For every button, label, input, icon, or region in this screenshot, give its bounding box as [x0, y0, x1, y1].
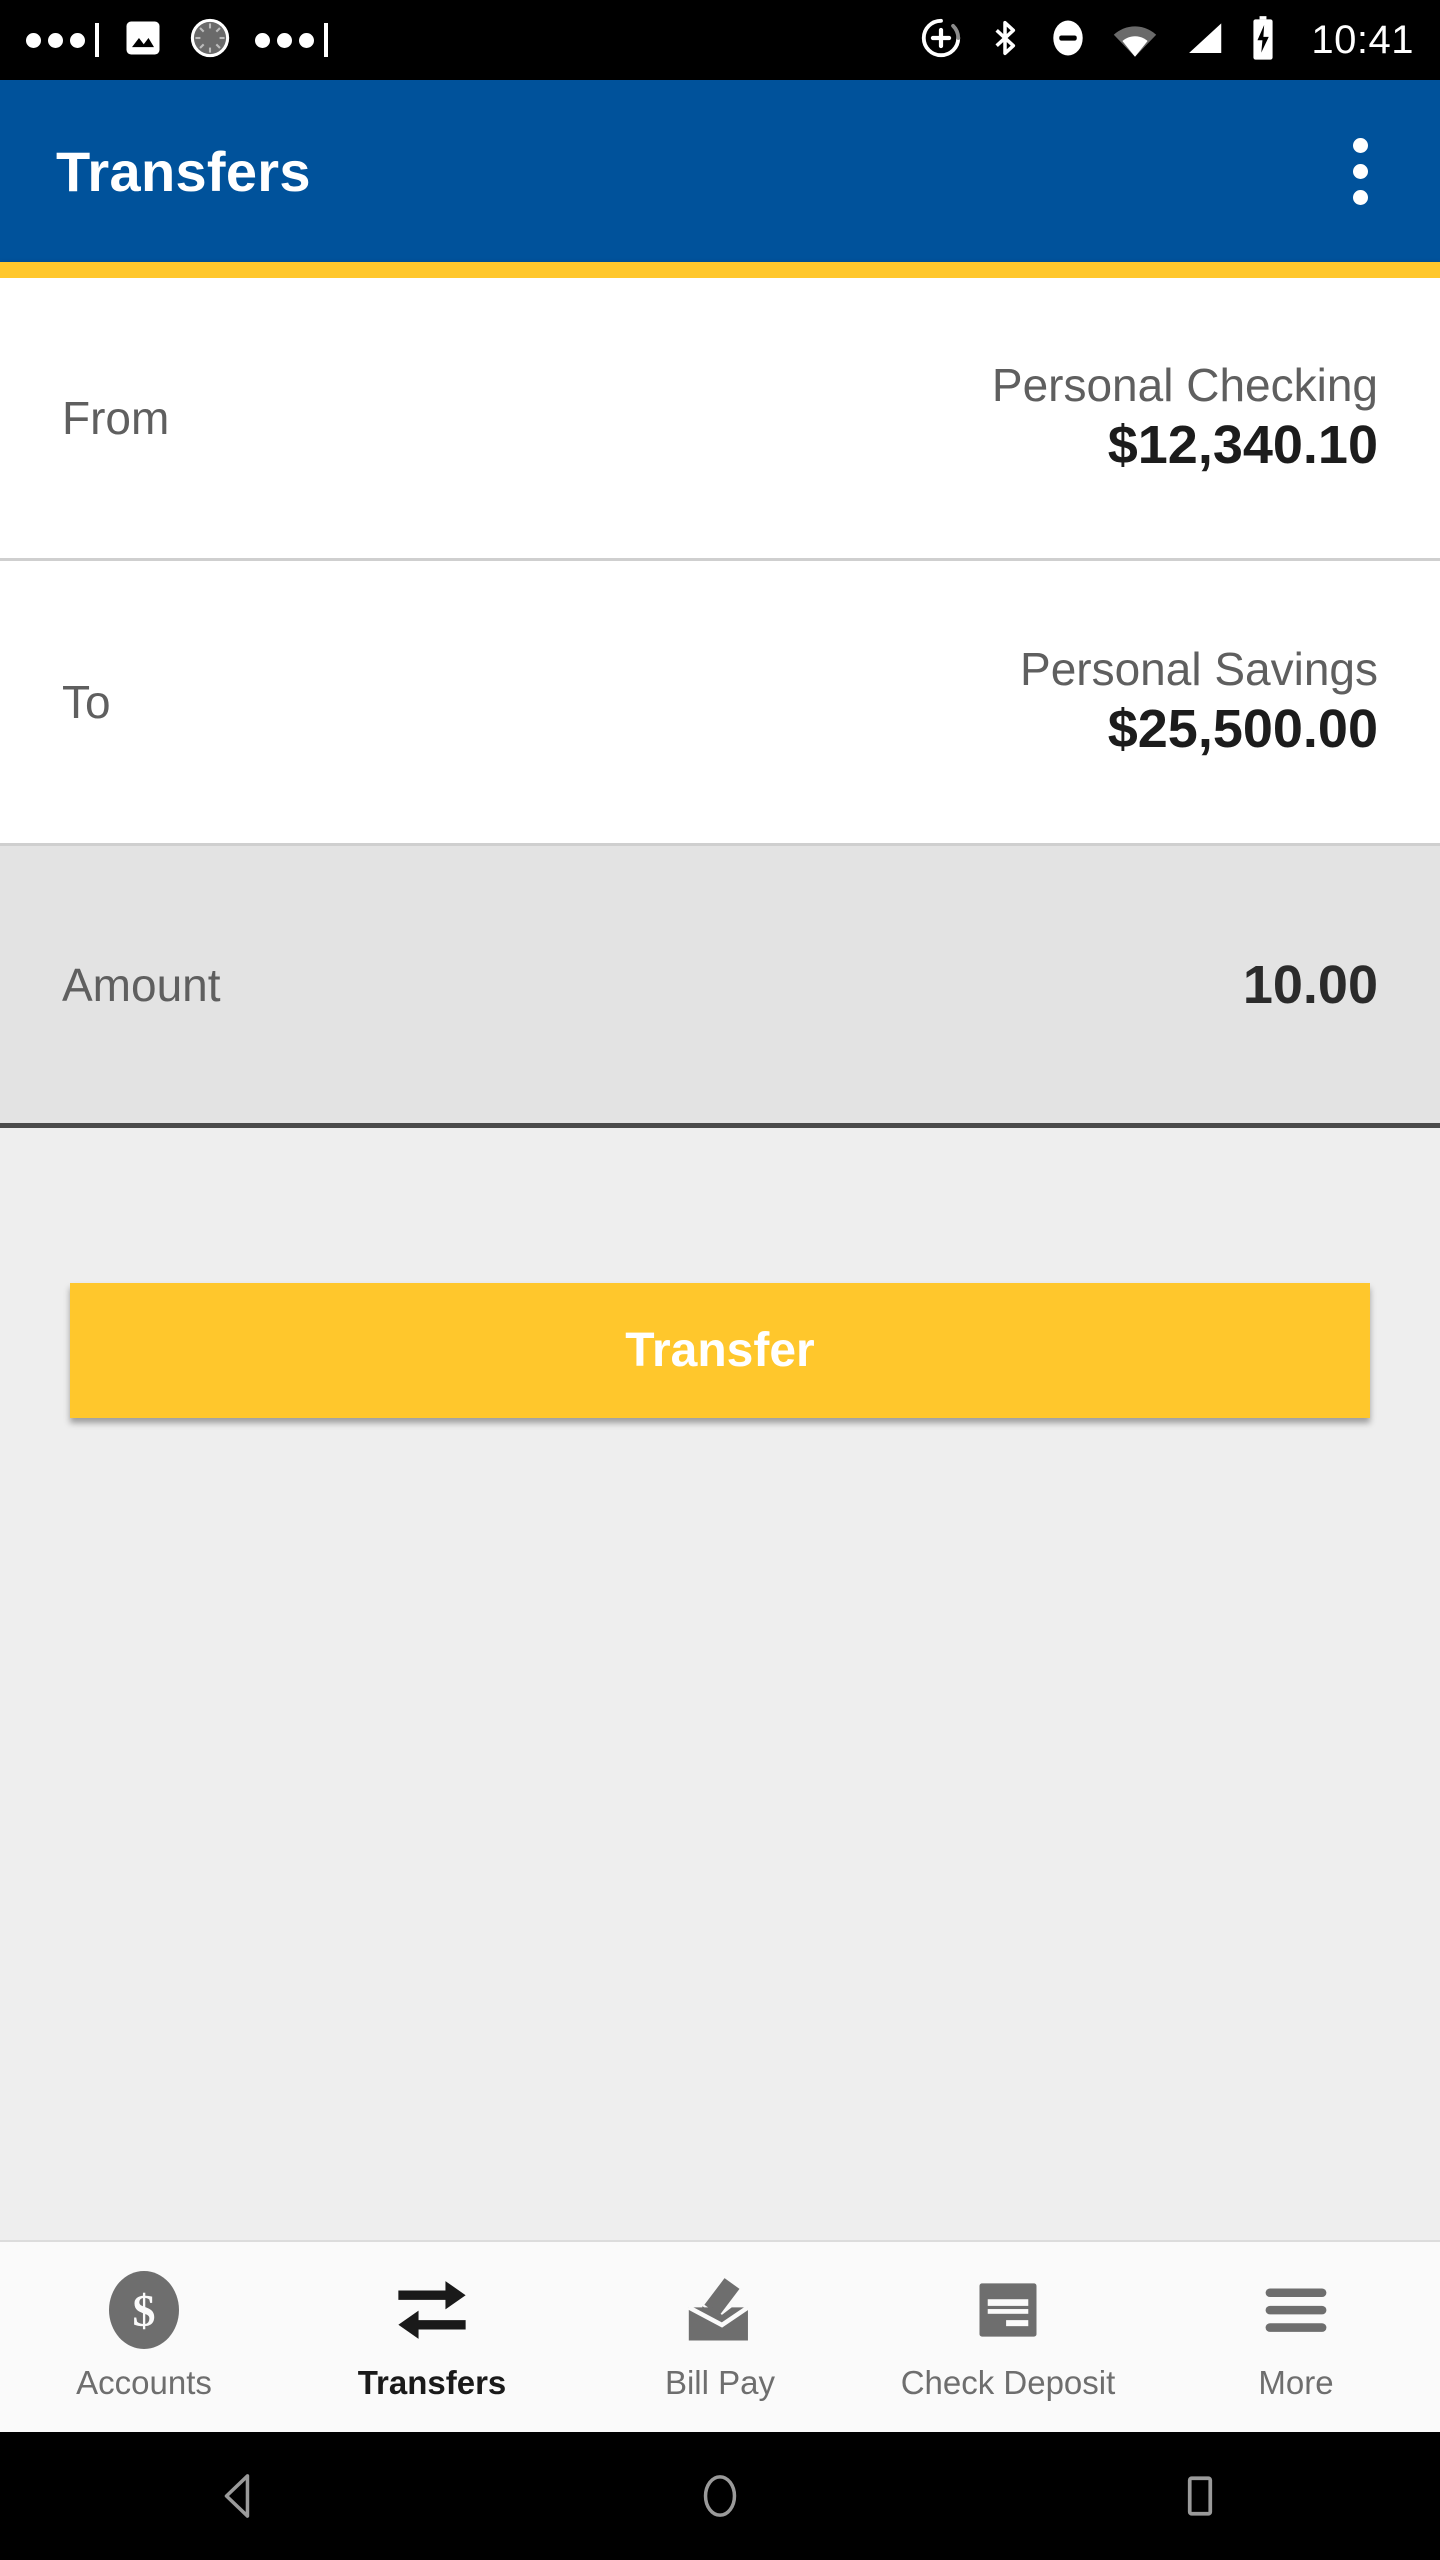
check-document-icon: [970, 2272, 1046, 2348]
dots-overflow-icon: [26, 23, 99, 57]
battery-charging-icon: [1249, 15, 1277, 66]
amount-field-wrap: 10.00: [1243, 954, 1378, 1016]
do-not-disturb-icon: [1047, 16, 1089, 65]
tab-more-label: More: [1258, 2364, 1334, 2401]
app-bar: Transfers: [0, 80, 1440, 262]
android-navigation-bar: [0, 2432, 1440, 2560]
status-bar-left-icons: [26, 15, 328, 66]
to-account-balance: $25,500.00: [1107, 699, 1378, 760]
from-account-name: Personal Checking: [991, 359, 1378, 411]
tab-check-deposit[interactable]: Check Deposit: [864, 2242, 1152, 2432]
app-screen: 10:41 Transfers From Personal Checking $…: [0, 0, 1440, 2560]
home-button-icon[interactable]: [610, 2432, 830, 2560]
hamburger-menu-icon: [1258, 2272, 1334, 2348]
tab-bill-pay[interactable]: Bill Pay: [576, 2242, 864, 2432]
image-icon: [121, 16, 165, 65]
accent-bar: [0, 262, 1440, 278]
tab-transfers-label: Transfers: [357, 2364, 507, 2401]
envelope-pen-icon: [681, 2272, 759, 2348]
status-bar: 10:41: [0, 0, 1440, 80]
to-account-row[interactable]: To Personal Savings $25,500.00: [0, 558, 1440, 843]
bluetooth-icon: [985, 16, 1025, 65]
dollar-circle-icon: $: [109, 2271, 179, 2349]
to-account-name: Personal Savings: [1020, 643, 1378, 695]
spinner-icon: [187, 15, 233, 66]
status-bar-right-icons: 10:41: [919, 15, 1414, 66]
tab-more[interactable]: More: [1152, 2242, 1440, 2432]
from-account-value: Personal Checking $12,340.10: [992, 358, 1378, 478]
overflow-menu-icon[interactable]: [1337, 124, 1384, 219]
to-label: To: [62, 676, 111, 728]
swap-arrows-icon: [390, 2272, 474, 2348]
amount-label: Amount: [62, 958, 221, 1011]
cellular-signal-icon: [1181, 16, 1227, 65]
from-account-row[interactable]: From Personal Checking $12,340.10: [0, 278, 1440, 558]
transfer-button-wrap: Transfer: [0, 1283, 1440, 1418]
back-button-icon[interactable]: [130, 2432, 350, 2560]
amount-row[interactable]: Amount 10.00: [0, 843, 1440, 1128]
to-account-value: Personal Savings $25,500.00: [1020, 642, 1378, 762]
tab-check-deposit-label: Check Deposit: [900, 2364, 1116, 2401]
page-title: Transfers: [56, 139, 311, 203]
wifi-icon: [1111, 16, 1159, 65]
bottom-tab-bar: $ Accounts Transfers Bill Pay Check Depo…: [0, 2240, 1440, 2432]
transfer-form: From Personal Checking $12,340.10 To Per…: [0, 278, 1440, 1128]
location-add-icon: [919, 16, 963, 65]
status-bar-clock: 10:41: [1311, 17, 1414, 62]
tab-accounts-label: Accounts: [76, 2364, 212, 2401]
tab-bill-pay-label: Bill Pay: [664, 2364, 776, 2401]
recents-button-icon[interactable]: [1090, 2432, 1310, 2560]
tab-accounts[interactable]: $ Accounts: [0, 2242, 288, 2432]
from-account-balance: $12,340.10: [1107, 415, 1378, 476]
transfer-button[interactable]: Transfer: [70, 1283, 1370, 1418]
dots-overflow-icon: [255, 23, 328, 57]
from-label: From: [62, 392, 170, 444]
tab-transfers[interactable]: Transfers: [288, 2242, 576, 2432]
amount-input[interactable]: 10.00: [1243, 954, 1378, 1016]
